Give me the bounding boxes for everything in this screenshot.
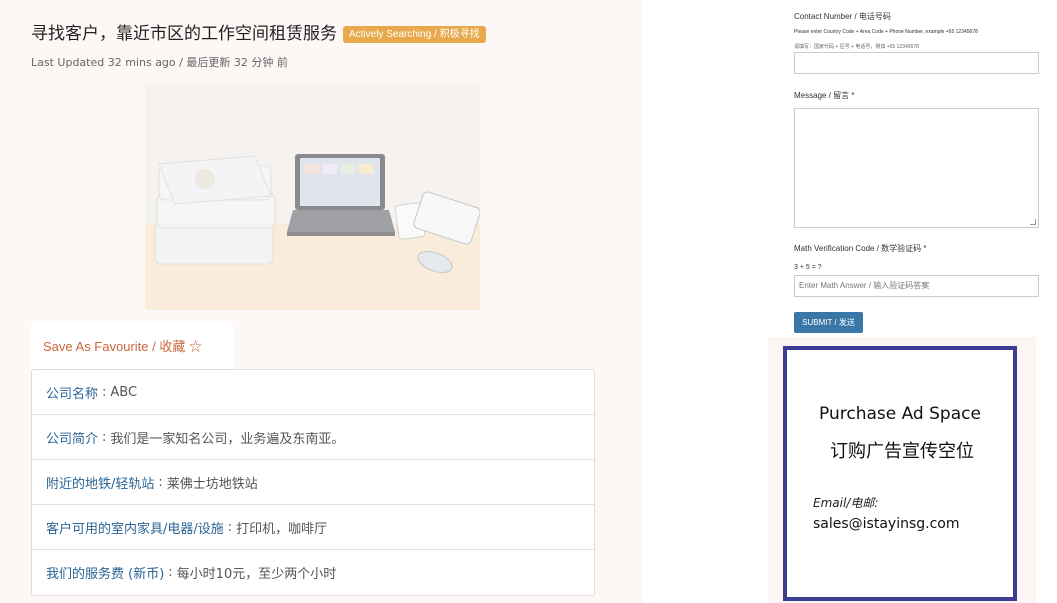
contact-number-label: Contact Number / 电话号码 (794, 12, 891, 21)
detail-value: 每小时10元，至少两个小时 (176, 567, 337, 582)
contact-hint-cn: 请填写：国家代码 + 区号 + 电话号，例如 +65 12345678 (794, 44, 919, 50)
message-label: Message / 留言 * (794, 91, 855, 100)
contact-hint-en: Please enter Country Code + Area Code + … (794, 29, 978, 35)
last-updated-text: Last Updated 32 mins ago / 最后更新 32 分钟 前 (31, 56, 288, 69)
ad-banner[interactable]: Purchase Ad Space 订购广告宣传空位 Email/电邮: sal… (783, 346, 1017, 601)
detail-separator: : (102, 429, 107, 445)
save-favourite-label: Save As Favourite / 收藏 ☆ (43, 338, 202, 354)
submit-button[interactable]: SUBMIT / 发送 (794, 312, 863, 333)
detail-label: 附近的地铁/轻轨站 (46, 476, 155, 492)
math-answer-input[interactable]: Enter Math Answer / 输入验证码答案 (794, 275, 1039, 297)
detail-label: 客户可用的室内家具/电器/设施 (46, 521, 224, 537)
detail-row-service-fee: 我们的服务费 (新币): 每小时10元，至少两个小时 (32, 550, 594, 595)
detail-row-facilities: 客户可用的室内家具/电器/设施: 打印机，咖啡厅 (32, 505, 594, 550)
math-question: 3 + 5 = ? (794, 264, 822, 271)
details-list: 公司名称: ABC 公司简介: 我们是一家知名公司，业务遍及东南亚。 附近的地铁/轻… (31, 369, 595, 596)
detail-row-company-profile: 公司简介: 我们是一家知名公司，业务遍及东南亚。 (32, 415, 594, 460)
detail-separator: : (102, 384, 107, 400)
page-title: 寻找客户，靠近市区的工作空间租赁服务 (31, 24, 337, 44)
math-verification-label: Math Verification Code / 数学验证码 * (794, 244, 927, 253)
save-favourite-button[interactable]: Save As Favourite / 收藏 ☆ (31, 321, 233, 369)
detail-value: 莱佛士坊地铁站 (166, 476, 258, 492)
detail-label: 我们的服务费 (新币) (46, 567, 165, 582)
contact-number-input[interactable] (794, 52, 1039, 74)
status-badge: Actively Searching / 积极寻找 (343, 26, 486, 43)
listing-title-row: 寻找客户，靠近市区的工作空间租赁服务 Actively Searching / 积… (31, 22, 486, 46)
detail-value: 我们是一家知名公司，业务遍及东南亚。 (110, 431, 345, 447)
ad-email-label: Email/电邮: (813, 496, 879, 510)
message-textarea[interactable] (794, 108, 1039, 228)
workspace-photo-illustration (145, 84, 480, 310)
listing-photo (145, 84, 480, 310)
listing-panel: 寻找客户，靠近市区的工作空间租赁服务 Actively Searching / 积… (0, 0, 643, 603)
detail-label: 公司名称 (46, 386, 99, 402)
detail-value: 打印机，咖啡厅 (236, 521, 328, 537)
ad-title-en: Purchase Ad Space (819, 404, 981, 424)
detail-label: 公司简介 (46, 431, 99, 447)
detail-separator: : (227, 519, 233, 535)
detail-row-company-name: 公司名称: ABC (32, 370, 594, 415)
detail-separator: : (168, 565, 173, 580)
detail-value: ABC (110, 384, 138, 400)
detail-row-nearby-station: 附近的地铁/轻轨站: 莱佛士坊地铁站 (32, 460, 594, 505)
ad-title-cn: 订购广告宣传空位 (830, 441, 974, 462)
ad-email: sales@istayinsg.com (813, 516, 960, 532)
resize-handle-icon[interactable] (1030, 219, 1036, 225)
detail-separator: : (158, 474, 163, 490)
